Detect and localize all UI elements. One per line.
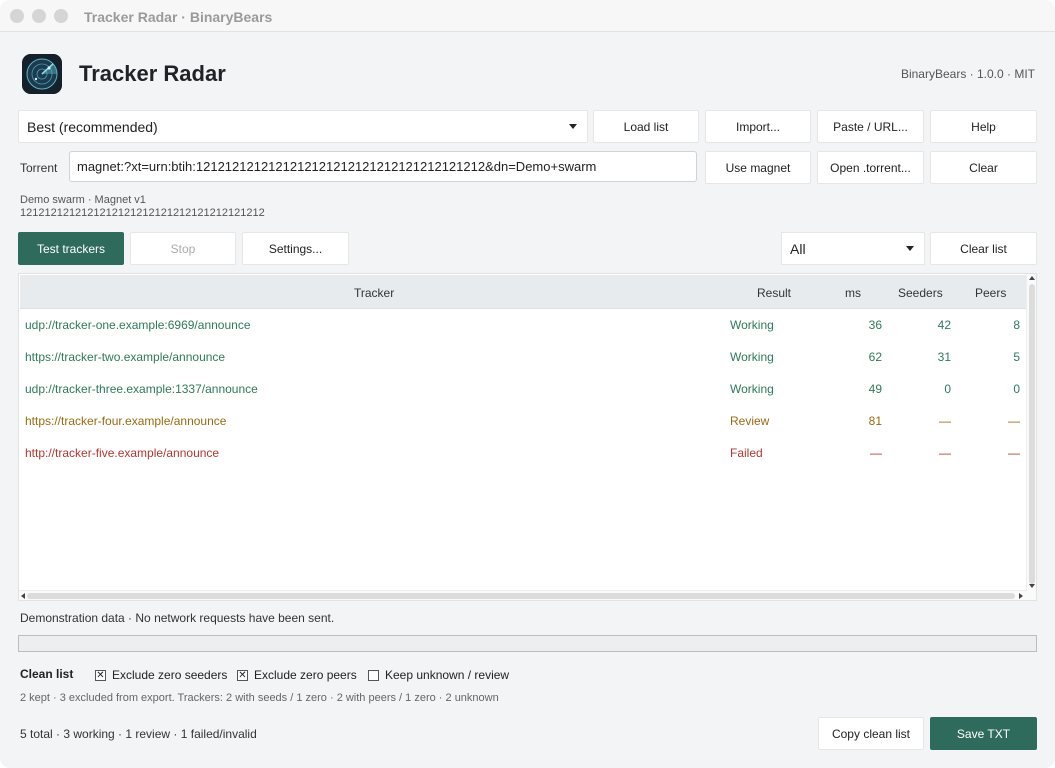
tracker-url: udp://tracker-three.example:1337/announc… <box>25 382 258 396</box>
tracker-result: Working <box>730 382 774 396</box>
clean-summary: 2 kept · 3 excluded from export. Tracker… <box>20 692 499 704</box>
import-button[interactable]: Import... <box>705 110 811 143</box>
minimize-window-button[interactable] <box>32 9 46 23</box>
keep-unknown-checkbox[interactable]: Keep unknown / review <box>368 668 509 682</box>
tracker-seeders: 0 <box>944 382 951 396</box>
tracker-ms: — <box>870 446 882 460</box>
tracker-url: http://tracker-five.example/announce <box>25 446 220 460</box>
tracker-seeders: 31 <box>937 350 951 364</box>
tracker-peers: 5 <box>1013 350 1020 364</box>
torrent-input[interactable] <box>69 151 697 182</box>
checkbox-box[interactable]: ✕ <box>95 669 106 681</box>
result-counts: 5 total · 3 working · 1 review · 1 faile… <box>20 727 257 741</box>
test-progress-bar <box>18 635 1037 652</box>
exclude-zero-seeders-checkbox[interactable]: ✕ Exclude zero seeders <box>95 668 227 682</box>
tracker-result: Failed <box>730 446 763 460</box>
help-button[interactable]: Help <box>930 110 1037 143</box>
tracker-peers: — <box>1008 414 1020 428</box>
checkbox-box[interactable]: ✕ <box>237 669 248 681</box>
close-window-button[interactable] <box>10 9 24 23</box>
result-filter-value: All <box>790 240 806 257</box>
copy-clean-list-button[interactable]: Copy clean list <box>818 717 924 750</box>
open-torrent-button[interactable]: Open .torrent... <box>817 151 924 184</box>
tracker-url: udp://tracker-one.example:6969/announce <box>25 318 251 332</box>
exclude-zero-peers-label: Exclude zero peers <box>254 668 357 682</box>
clear-torrent-button[interactable]: Clear <box>930 151 1037 184</box>
tracker-peers: 0 <box>1013 382 1020 396</box>
save-txt-button[interactable]: Save TXT <box>930 717 1037 750</box>
result-filter-select[interactable]: All <box>781 232 925 265</box>
window-title: Tracker Radar · BinaryBears <box>84 9 273 25</box>
tracker-ms: 49 <box>868 382 882 396</box>
column-header-tracker[interactable]: Tracker <box>354 286 394 300</box>
tracker-peers: 8 <box>1013 318 1020 332</box>
tracker-peers: — <box>1008 446 1020 460</box>
load-list-button[interactable]: Load list <box>593 110 699 143</box>
tracker-ms: 62 <box>868 350 882 364</box>
keep-unknown-label: Keep unknown / review <box>385 668 510 682</box>
tracker-result: Working <box>730 318 774 332</box>
vertical-scroll-thumb[interactable] <box>1029 284 1035 584</box>
zoom-window-button[interactable] <box>54 9 68 23</box>
radar-icon <box>22 54 62 94</box>
table-row[interactable]: https://tracker-four.example/announce Re… <box>20 404 1026 436</box>
tracker-ms: 36 <box>868 318 882 332</box>
column-header-result[interactable]: Result <box>757 286 791 300</box>
title-bar: Tracker Radar · BinaryBears <box>0 0 1055 32</box>
horizontal-scrollbar[interactable] <box>19 590 1027 600</box>
vertical-scrollbar[interactable] <box>1026 274 1036 600</box>
table-row[interactable]: http://tracker-five.example/announce Fai… <box>20 436 1026 468</box>
version-label: BinaryBears · 1.0.0 · MIT <box>900 67 1035 81</box>
tracker-list-select-value: Best (recommended) <box>27 118 158 135</box>
tracker-list-select[interactable]: Best (recommended) <box>18 110 588 143</box>
exclude-zero-seeders-label: Exclude zero seeders <box>112 668 228 682</box>
paste-url-button[interactable]: Paste / URL... <box>817 110 924 143</box>
horizontal-scroll-thumb[interactable] <box>27 593 1015 599</box>
use-magnet-button[interactable]: Use magnet <box>705 151 811 184</box>
scroll-right-icon[interactable] <box>1019 593 1023 599</box>
column-header-seeders[interactable]: Seeders <box>898 286 943 300</box>
chevron-down-icon <box>569 124 577 129</box>
scroll-down-icon[interactable] <box>1029 584 1035 588</box>
table-row[interactable]: udp://tracker-one.example:6969/announce … <box>20 308 1026 340</box>
tracker-seeders: 42 <box>937 318 951 332</box>
tracker-seeders: — <box>939 446 951 460</box>
exclude-zero-peers-checkbox[interactable]: ✕ Exclude zero peers <box>237 668 357 682</box>
torrent-label: Torrent <box>20 161 58 175</box>
table-header: Tracker Result ms Seeders Peers <box>20 275 1026 309</box>
app-title: Tracker Radar <box>79 61 226 86</box>
tracker-url: https://tracker-two.example/announce <box>25 350 226 364</box>
settings-button[interactable]: Settings... <box>242 232 349 265</box>
scroll-left-icon[interactable] <box>21 593 25 599</box>
scroll-up-icon[interactable] <box>1029 276 1035 280</box>
tracker-result: Review <box>730 414 770 428</box>
table-row[interactable]: https://tracker-two.example/announce Wor… <box>20 340 1026 372</box>
stop-button[interactable]: Stop <box>130 232 236 265</box>
tracker-url: https://tracker-four.example/announce <box>25 414 227 428</box>
test-trackers-button[interactable]: Test trackers <box>18 232 124 265</box>
tracker-table: Tracker Result ms Seeders Peers udp://tr… <box>18 273 1037 601</box>
clear-list-button[interactable]: Clear list <box>930 232 1037 265</box>
table-row[interactable]: udp://tracker-three.example:1337/announc… <box>20 372 1026 404</box>
column-header-peers[interactable]: Peers <box>975 286 1006 300</box>
tracker-ms: 81 <box>868 414 882 428</box>
tracker-seeders: — <box>939 414 951 428</box>
torrent-meta-hash: 1212121212121212121212121212121212121212 <box>20 207 265 219</box>
torrent-meta-name: Demo swarm · Magnet v1 <box>20 194 146 206</box>
chevron-down-icon <box>906 246 914 251</box>
checkbox-box[interactable] <box>368 669 379 681</box>
column-header-ms[interactable]: ms <box>845 286 861 300</box>
clean-list-label: Clean list <box>20 667 74 681</box>
app-window: Tracker Radar · BinaryBears Tracker Rada… <box>0 0 1055 768</box>
tracker-result: Working <box>730 350 774 364</box>
status-text: Demonstration data · No network requests… <box>20 611 335 625</box>
